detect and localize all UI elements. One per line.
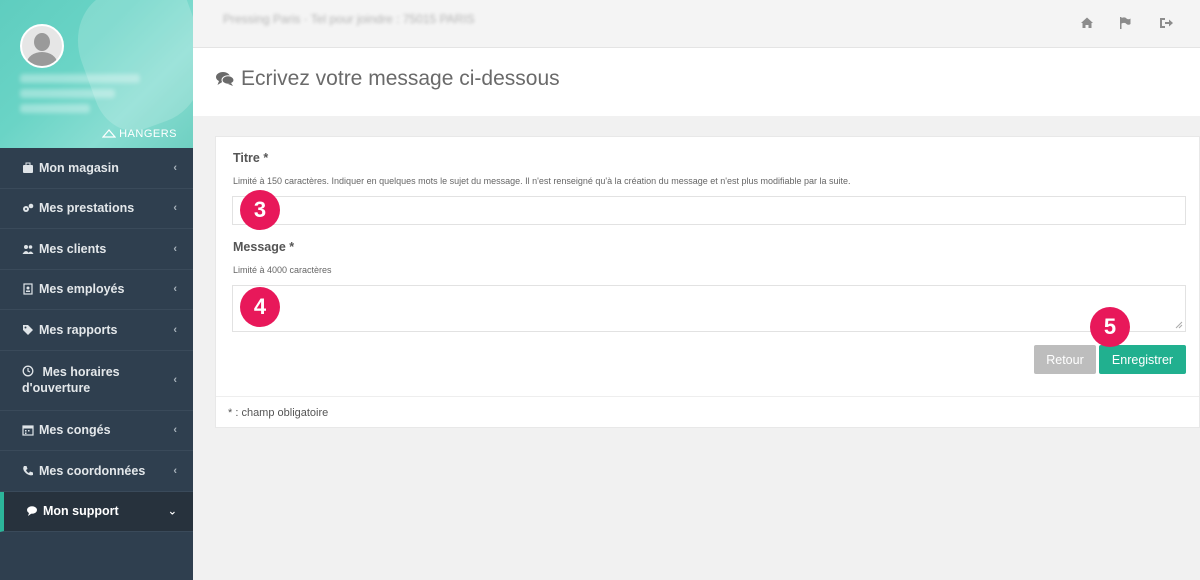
step-badge-5: 5	[1090, 307, 1130, 347]
briefcase-icon	[23, 162, 33, 173]
sidebar-item-label: Mon magasin	[39, 160, 119, 175]
cogs-icon	[23, 203, 34, 213]
titre-input[interactable]	[232, 196, 1186, 225]
chevron-down-icon: ⌄	[167, 505, 177, 518]
sidebar-item-mes-conges[interactable]: Mes congés ‹	[0, 411, 193, 451]
tags-icon	[23, 324, 33, 335]
page-header: Ecrivez votre message ci-dessous	[193, 48, 1200, 116]
chevron-left-icon: ‹	[173, 202, 177, 215]
sidebar-item-label: Mes coordonnées	[39, 463, 146, 478]
titre-help-text: Limité à 150 caractères. Indiquer en que…	[233, 176, 851, 186]
divider	[216, 396, 1199, 397]
sidebar-item-label: Mes rapports	[39, 322, 118, 337]
sidebar-item-mon-magasin[interactable]: Mon magasin ‹	[0, 148, 193, 189]
sidebar-item-mes-horaires[interactable]: Mes horaires d'ouverture ‹	[0, 351, 193, 411]
enregistrer-button[interactable]: Enregistrer	[1099, 345, 1186, 374]
chevron-left-icon: ‹	[173, 323, 177, 336]
message-form: Titre * Limité à 150 caractères. Indique…	[215, 136, 1200, 428]
sidebar-item-mes-coordonnees[interactable]: Mes coordonnées ‹	[0, 451, 193, 492]
topbar: Pressing Paris · Tel pour joindre : 7501…	[193, 0, 1200, 48]
logout-icon[interactable]	[1158, 15, 1174, 31]
step-badge-3: 3	[240, 190, 280, 230]
home-icon[interactable]	[1079, 15, 1095, 31]
hanger-icon	[102, 129, 117, 138]
calendar-icon	[22, 425, 34, 436]
users-icon	[22, 244, 34, 254]
profile-background-decoration	[62, 0, 193, 142]
profile-info-blurred	[20, 74, 150, 119]
required-fields-note: * : champ obligatoire	[228, 407, 329, 419]
sidebar-item-mes-prestations[interactable]: Mes prestations ‹	[0, 189, 193, 229]
sidebar-item-label: Mes congés	[39, 423, 111, 438]
sidebar-item-label: Mes clients	[39, 241, 107, 256]
comment-icon	[27, 506, 37, 517]
chevron-left-icon: ‹	[173, 283, 177, 296]
message-help-text: Limité à 4000 caractères	[233, 265, 332, 275]
sidebar-item-label: Mes employés	[39, 282, 125, 297]
chevron-left-icon: ‹	[173, 464, 177, 477]
sidebar-menu: Mon magasin ‹ Mes prestations ‹ Mes clie…	[0, 148, 193, 532]
avatar[interactable]	[20, 24, 64, 68]
profile-header: HANGERS	[0, 0, 193, 148]
retour-button[interactable]: Retour	[1034, 345, 1096, 374]
sidebar-item-mes-rapports[interactable]: Mes rapports ‹	[0, 310, 193, 351]
titre-label: Titre *	[233, 151, 269, 165]
brand-name: HANGERS	[119, 128, 177, 140]
message-textarea[interactable]	[232, 285, 1186, 332]
chevron-left-icon: ‹	[173, 242, 177, 255]
sidebar-item-mon-support[interactable]: Mon support ⌄	[0, 491, 193, 532]
sidebar: HANGERS Mon magasin ‹ Mes prestations ‹ …	[0, 0, 193, 580]
phone-icon	[23, 465, 33, 476]
id-badge-icon	[23, 283, 33, 295]
chevron-left-icon: ‹	[173, 374, 177, 386]
topbar-store-info: Pressing Paris · Tel pour joindre : 7501…	[223, 12, 475, 26]
chevron-left-icon: ‹	[173, 424, 177, 437]
sidebar-item-mes-employes[interactable]: Mes employés ‹	[0, 270, 193, 310]
page-title: Ecrivez votre message ci-dessous	[241, 67, 560, 90]
chevron-left-icon: ‹	[173, 161, 177, 174]
resize-handle-icon[interactable]	[1175, 321, 1183, 329]
message-label: Message *	[233, 240, 295, 254]
sidebar-item-label: Mon support	[43, 504, 119, 519]
comments-icon	[216, 72, 235, 86]
sidebar-item-mes-clients[interactable]: Mes clients ‹	[0, 229, 193, 270]
sidebar-item-label: Mes horaires d'ouverture	[22, 365, 120, 395]
clock-icon	[22, 365, 34, 377]
brand-logo: HANGERS	[102, 128, 177, 140]
sidebar-item-label: Mes prestations	[39, 201, 135, 216]
step-badge-4: 4	[240, 287, 280, 327]
flag-icon[interactable]	[1117, 15, 1133, 31]
